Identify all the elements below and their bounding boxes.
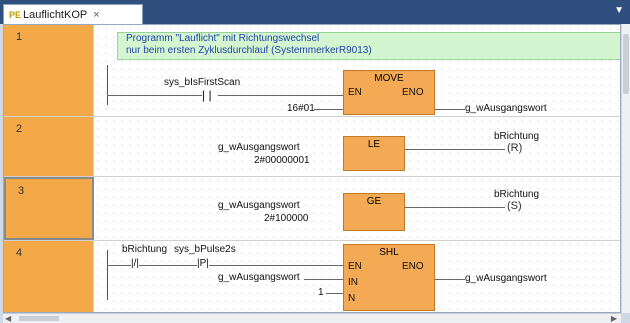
wire xyxy=(314,109,343,110)
vertical-scrollbar[interactable] xyxy=(622,24,630,313)
reset-coil[interactable]: (R) xyxy=(507,142,522,154)
le-block[interactable]: LE xyxy=(343,136,405,171)
block-title: LE xyxy=(367,139,381,150)
input-value[interactable]: 2#100000 xyxy=(264,213,309,224)
pulse-contact[interactable]: |P| xyxy=(197,258,209,269)
pin-eno: ENO xyxy=(402,87,424,98)
move-block[interactable]: MOVE EN ENO xyxy=(343,70,435,115)
power-rail xyxy=(107,65,108,105)
nc-contact[interactable]: |/| xyxy=(131,258,139,269)
shl-block[interactable]: SHL EN ENO IN N xyxy=(343,244,435,311)
horizontal-scrollbar[interactable]: ◀ ▶ xyxy=(3,313,621,323)
wire xyxy=(435,109,465,110)
input-value[interactable]: 1 xyxy=(318,287,324,298)
comment-line: Programm "Lauflicht" mit Richtungswechse… xyxy=(126,33,320,44)
contact-symbol[interactable]: | | xyxy=(202,88,212,102)
set-coil[interactable]: (S) xyxy=(507,200,522,212)
pin-in: IN xyxy=(348,277,358,288)
input-var[interactable]: g_wAusgangswort xyxy=(218,272,300,283)
wire xyxy=(405,149,505,150)
coil-var[interactable]: bRichtung xyxy=(494,131,539,142)
editor-window: PE LauflichtKOP × ▼ 1 Programm "Lauflich… xyxy=(0,0,630,323)
network-3[interactable]: 3 xyxy=(4,177,620,241)
pin-n: N xyxy=(348,293,356,304)
input-value[interactable]: 16#01 xyxy=(287,103,315,114)
lad-icon: PE xyxy=(9,9,22,20)
ladder-editor[interactable]: 1 Programm "Lauflicht" mit Richtungswech… xyxy=(3,24,621,313)
input-var[interactable]: g_wAusgangswort xyxy=(218,142,300,153)
network-number[interactable]: 1 xyxy=(4,25,94,116)
coil-var[interactable]: bRichtung xyxy=(494,189,539,200)
wire xyxy=(218,95,343,96)
input-value[interactable]: 2#00000001 xyxy=(254,155,310,166)
wire xyxy=(107,265,343,266)
network-number[interactable]: 3 xyxy=(4,177,94,240)
chevron-down-icon[interactable]: ▼ xyxy=(614,5,624,16)
block-title: MOVE xyxy=(374,73,404,84)
ge-block[interactable]: GE xyxy=(343,193,405,231)
block-title: GE xyxy=(366,196,382,207)
block-title: SHL xyxy=(379,247,399,258)
wire xyxy=(405,207,505,208)
tab-label: LauflichtKOP xyxy=(23,8,88,21)
scroll-thumb[interactable] xyxy=(623,34,629,94)
chevron-left-icon[interactable]: ◀ xyxy=(5,314,11,323)
network-2[interactable]: 2 xyxy=(4,117,620,177)
comment-line: nur beim ersten Zyklusdurchlauf (Systemm… xyxy=(126,45,372,56)
scroll-thumb[interactable] xyxy=(19,316,59,321)
pin-en: EN xyxy=(348,87,362,98)
power-rail xyxy=(107,250,108,300)
output-var[interactable]: g_wAusgangswort xyxy=(465,273,547,284)
pin-eno: ENO xyxy=(402,261,424,272)
output-var[interactable]: g_wAusgangswort xyxy=(465,103,547,114)
contact-label: bRichtung xyxy=(122,244,168,255)
pin-en: EN xyxy=(348,261,362,272)
close-icon[interactable]: × xyxy=(93,9,99,21)
contact-label: sys_bPulse2s xyxy=(174,244,236,255)
tab-lauflichtkop[interactable]: PE LauflichtKOP × xyxy=(3,4,143,24)
wire xyxy=(107,95,202,96)
input-var[interactable]: g_wAusgangswort xyxy=(218,200,300,211)
chevron-right-icon[interactable]: ▶ xyxy=(611,314,617,323)
network-number[interactable]: 4 xyxy=(4,241,94,312)
contact-label: sys_bIsFirstScan xyxy=(164,77,241,88)
network-number[interactable]: 2 xyxy=(4,117,94,176)
wire xyxy=(435,279,465,280)
wire xyxy=(326,293,343,294)
network-comment[interactable]: Programm "Lauflicht" mit Richtungswechse… xyxy=(117,32,620,60)
wire xyxy=(304,279,343,280)
tab-strip: PE LauflichtKOP × ▼ xyxy=(0,0,630,24)
